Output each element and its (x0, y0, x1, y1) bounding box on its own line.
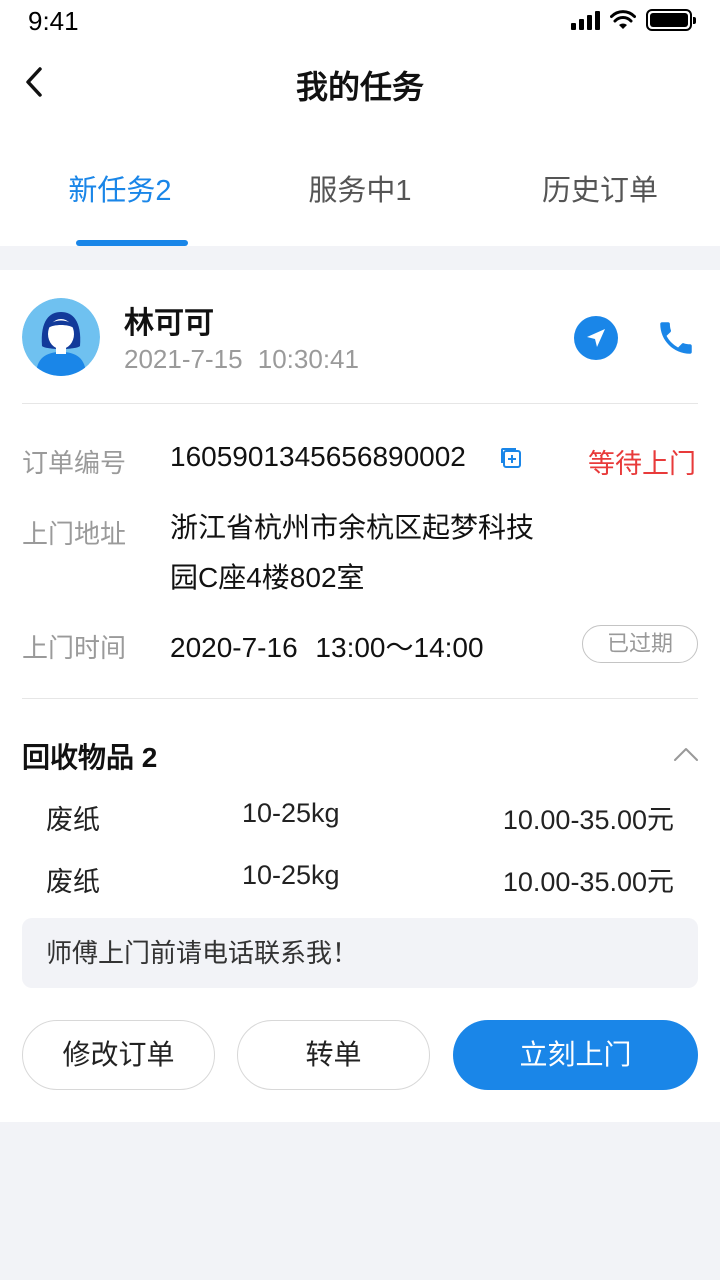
wifi-icon (610, 10, 636, 29)
tab-label: 历史订单 (541, 175, 658, 207)
expired-badge: 已过期 (582, 625, 698, 663)
tab-label: 服务中1 (308, 175, 412, 207)
navigation-arrow-icon (587, 329, 605, 347)
phone-icon (660, 322, 692, 354)
customer-note: 师傅上门前请电话联系我！ (22, 918, 698, 988)
recycle-item-row: 废纸 10-25kg 10.00-35.00元 (0, 798, 720, 838)
divider (22, 403, 698, 404)
copy-icon (501, 448, 521, 468)
order-number-label: 订单编号 (22, 448, 127, 478)
address-line: 园C座4楼802室 (170, 562, 365, 593)
recycle-items-title: 回收物品 2 (22, 742, 158, 773)
transfer-order-button[interactable]: 转单 (237, 1020, 430, 1090)
call-button[interactable] (652, 314, 700, 362)
modify-order-button[interactable]: 修改订单 (22, 1020, 215, 1090)
customer-name: 林可可 (124, 307, 214, 340)
cellular-signal-icon (571, 10, 600, 30)
navigate-button[interactable] (574, 316, 618, 360)
page-title: 我的任务 (295, 69, 424, 105)
item-weight: 10-25kg (242, 860, 340, 890)
order-number: 1605901345656890002 (170, 441, 466, 472)
address-value: 浙江省杭州市余杭区起梦科技 园C座4楼802室 (170, 503, 590, 603)
battery-level (650, 13, 688, 27)
tab-in-service[interactable]: 服务中1 (240, 140, 480, 246)
chevron-up-icon (674, 748, 698, 761)
address-line: 浙江省杭州市余杭区起梦科技 (170, 512, 535, 543)
item-price: 10.00-35.00元 (502, 805, 674, 835)
visit-now-button[interactable]: 立刻上门 (453, 1020, 698, 1090)
avatar (22, 298, 100, 376)
status-icons (571, 9, 696, 31)
recycle-item-row: 废纸 10-25kg 10.00-35.00元 (0, 860, 720, 900)
address-label: 上门地址 (22, 519, 127, 549)
item-name: 废纸 (46, 867, 100, 897)
avatar-image (22, 298, 100, 376)
item-price: 10.00-35.00元 (502, 867, 674, 897)
battery-icon (646, 9, 696, 31)
tab-active-indicator (76, 240, 188, 246)
order-card: 林可可 2021-7-15 10:30:41 订单编号 160590134565… (0, 270, 720, 1122)
navigation-bar: 我的任务 (0, 44, 720, 120)
status-bar: 9:41 (0, 0, 720, 44)
service-time-label: 上门时间 (22, 633, 127, 663)
item-weight: 10-25kg (242, 798, 340, 828)
divider (22, 698, 698, 699)
copy-button[interactable] (499, 446, 523, 470)
order-status: 等待上门 (588, 449, 696, 479)
service-time: 2020-7-16 13:00～14:00 (170, 632, 484, 663)
tab-bar: 新任务2 服务中1 历史订单 (0, 140, 720, 246)
order-created-time: 2021-7-15 10:30:41 (124, 344, 359, 374)
item-name: 废纸 (46, 805, 100, 835)
tab-history-orders[interactable]: 历史订单 (480, 140, 720, 246)
header-area: 9:41 我的任务 新任务2 服务中1 历史订单 (0, 0, 720, 246)
status-time: 9:41 (28, 6, 79, 36)
tab-label: 新任务2 (68, 175, 172, 207)
tab-new-tasks[interactable]: 新任务2 (0, 140, 240, 246)
collapse-button[interactable] (672, 740, 700, 768)
